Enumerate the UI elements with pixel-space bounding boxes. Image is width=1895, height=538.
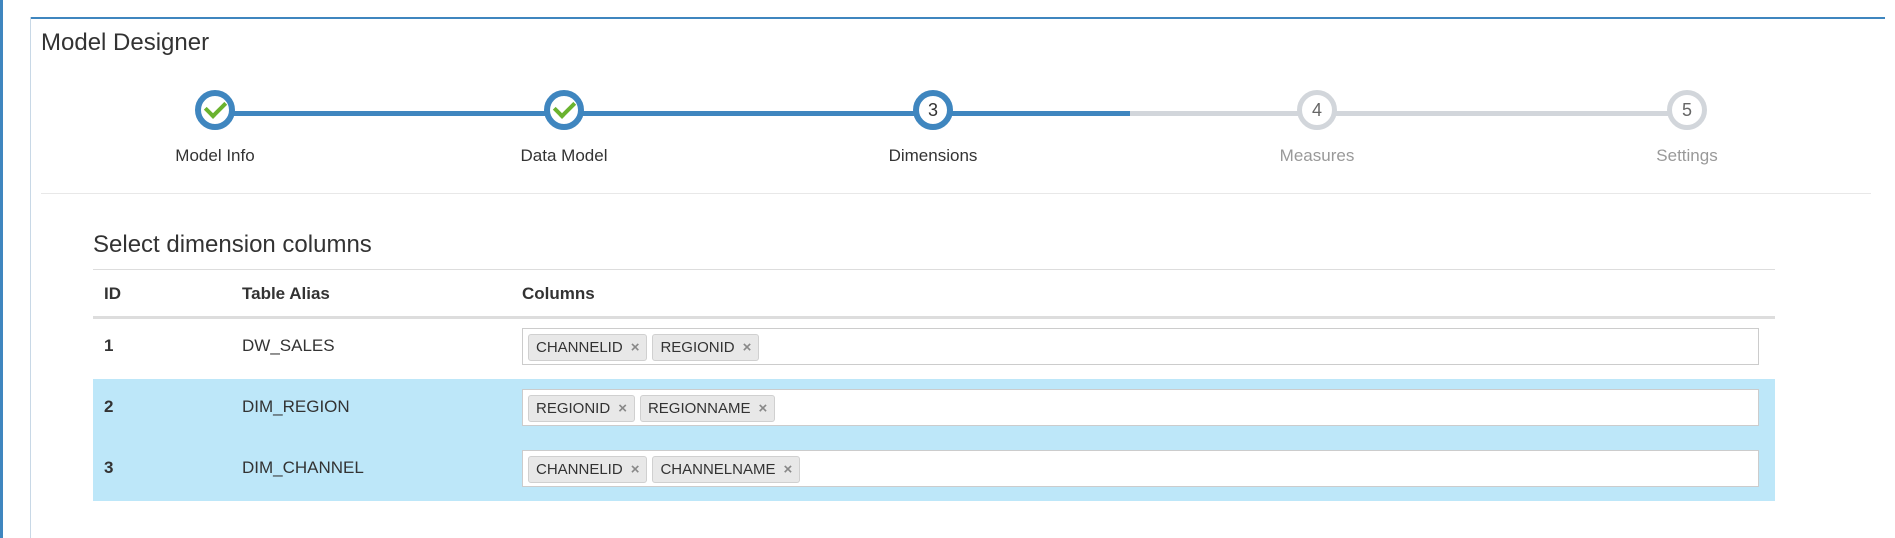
step-1-label[interactable]: Model Info — [175, 146, 254, 166]
step-5-circle[interactable]: 5 — [1667, 90, 1707, 130]
remove-tag-icon[interactable]: × — [783, 461, 792, 478]
tag-label: REGIONID — [536, 400, 611, 417]
remove-tag-icon[interactable]: × — [631, 461, 640, 478]
table-row[interactable]: 1 DW_SALES CHANNELID × REGIONID × — [93, 318, 1775, 379]
header-table-alias: Table Alias — [242, 284, 330, 303]
progress-track-remaining — [1130, 111, 1688, 116]
tag-label: REGIONID — [660, 339, 735, 356]
table-row[interactable]: 3 DIM_CHANNEL CHANNELID × CHANNELNAME × — [93, 440, 1775, 501]
row-table-alias: DIM_CHANNEL — [242, 458, 364, 477]
step-5-label[interactable]: Settings — [1656, 146, 1717, 166]
tag-label: CHANNELNAME — [660, 461, 776, 478]
step-1-circle[interactable] — [195, 90, 235, 130]
columns-tag-input[interactable]: REGIONID × REGIONNAME × — [522, 389, 1759, 426]
remove-tag-icon[interactable]: × — [743, 339, 752, 356]
header-id: ID — [104, 284, 121, 303]
step-4-label[interactable]: Measures — [1280, 146, 1355, 166]
column-tag: REGIONID × — [528, 395, 635, 422]
column-tag: CHANNELID × — [528, 456, 648, 483]
columns-tag-input[interactable]: CHANNELID × CHANNELNAME × — [522, 450, 1759, 487]
section-title: Select dimension columns — [93, 231, 372, 258]
row-id: 1 — [104, 336, 114, 355]
column-tag: CHANNELID × — [528, 334, 648, 361]
wizard-stepper: Model Info Data Model 3 Dimensions 4 Mea… — [0, 0, 1895, 200]
remove-tag-icon[interactable]: × — [618, 400, 627, 417]
column-tag: CHANNELNAME × — [652, 456, 801, 483]
step-3-label[interactable]: Dimensions — [889, 146, 978, 166]
remove-tag-icon[interactable]: × — [758, 400, 767, 417]
columns-tag-input[interactable]: CHANNELID × REGIONID × — [522, 328, 1759, 365]
column-tag: REGIONNAME × — [639, 395, 776, 422]
tag-label: CHANNELID — [536, 461, 623, 478]
step-4-number: 4 — [1311, 99, 1322, 120]
tag-label: REGIONNAME — [647, 400, 751, 417]
step-3-circle[interactable]: 3 — [913, 90, 953, 130]
remove-tag-icon[interactable]: × — [631, 339, 640, 356]
table-header: ID Table Alias Columns — [93, 269, 1775, 318]
check-icon — [552, 95, 576, 119]
dimension-table: ID Table Alias Columns 1 DW_SALES CHANNE… — [93, 269, 1775, 501]
column-tag: REGIONID × — [652, 334, 760, 361]
step-3-number: 3 — [927, 99, 938, 120]
row-id: 3 — [104, 458, 114, 477]
check-icon — [203, 95, 227, 119]
row-table-alias: DIM_REGION — [242, 397, 350, 416]
header-columns: Columns — [522, 284, 595, 303]
step-4-circle[interactable]: 4 — [1297, 90, 1337, 130]
progress-track-complete — [215, 111, 1130, 116]
tag-label: CHANNELID — [536, 339, 623, 356]
row-table-alias: DW_SALES — [242, 336, 335, 355]
wizard-divider — [41, 193, 1871, 194]
step-5-number: 5 — [1681, 99, 1692, 120]
step-2-label[interactable]: Data Model — [521, 146, 608, 166]
table-row[interactable]: 2 DIM_REGION REGIONID × REGIONNAME × — [93, 379, 1775, 440]
step-2-circle[interactable] — [544, 90, 584, 130]
row-id: 2 — [104, 397, 114, 416]
